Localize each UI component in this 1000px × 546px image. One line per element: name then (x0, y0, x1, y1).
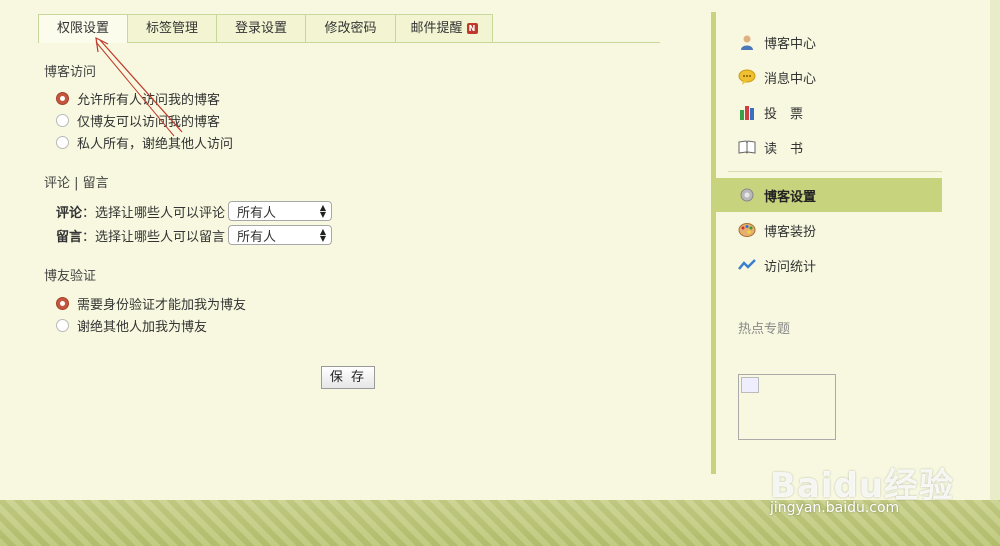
watermark-site: jingyan.baidu.com (770, 500, 900, 516)
message-permission-select[interactable]: 所有人 ▲ ▼ (228, 225, 333, 245)
sidebar-divider (728, 171, 942, 172)
tab-label: 标签管理 (145, 21, 198, 36)
radio-allow-all[interactable]: 允许所有人访问我的博客 (56, 89, 221, 108)
radio-label: 私人所有，谢绝其他人访问 (77, 136, 234, 152)
sidebar-item-label: 消息中心 (764, 71, 817, 87)
page-edge (990, 0, 1000, 500)
sidebar-item-label: 读 书 (764, 141, 804, 157)
radio-button[interactable] (56, 113, 69, 127)
tab-login[interactable]: 登录设置 (216, 14, 306, 42)
save-button[interactable]: 保 存 (321, 366, 375, 389)
sidebar: 博客中心 消息中心 投 票 读 书 博客设置 博客装扮 访问统计 热点专题 (716, 12, 942, 474)
comment-desc: ：选择让哪些人可以评论 (82, 205, 226, 221)
book-icon (738, 138, 756, 156)
radio-label: 仅博友可以访问我的博客 (77, 114, 221, 130)
sidebar-item-blog-decor[interactable]: 博客装扮 (716, 213, 942, 247)
tab-label: 权限设置 (56, 21, 109, 36)
tab-label: 登录设置 (234, 21, 287, 36)
radio-refuse-friends[interactable]: 谢绝其他人加我为博友 (56, 316, 208, 335)
message-desc: ：选择让哪些人可以留言 (82, 229, 226, 245)
sidebar-item-label: 投 票 (764, 106, 804, 122)
sidebar-item-visit-stats[interactable]: 访问统计 (716, 248, 942, 282)
radio-require-verify[interactable]: 需要身份验证才能加我为博友 (56, 294, 247, 313)
sidebar-item-blog-center[interactable]: 博客中心 (716, 25, 942, 59)
new-badge: N (466, 23, 478, 34)
select-value: 所有人 (237, 205, 277, 221)
comment-permission-select[interactable]: 所有人 ▲ ▼ (228, 201, 333, 221)
sidebar-item-messages[interactable]: 消息中心 (716, 60, 942, 94)
radio-private[interactable]: 私人所有，谢绝其他人访问 (56, 133, 234, 152)
radio-button[interactable] (56, 296, 69, 310)
message-permission-row: 留言 ：选择让哪些人可以留言 所有人 ▲ ▼ (56, 225, 333, 245)
blog-access-title: 博客访问 (44, 65, 97, 80)
tab-password[interactable]: 修改密码 (305, 14, 396, 42)
tab-label: 邮件提醒 (410, 21, 463, 36)
message-key: 留言 (56, 229, 83, 245)
radio-button[interactable] (56, 91, 69, 105)
radio-friends-only[interactable]: 仅博友可以访问我的博客 (56, 111, 221, 130)
comment-key: 评论 (56, 205, 83, 221)
radio-label: 需要身份验证才能加我为博友 (77, 297, 247, 313)
tab-permissions[interactable]: 权限设置 (38, 14, 128, 43)
sidebar-item-label: 访问统计 (764, 259, 817, 275)
radio-label: 允许所有人访问我的博客 (77, 92, 221, 108)
tab-tags[interactable]: 标签管理 (127, 14, 217, 42)
tab-mail-reminder[interactable]: 邮件提醒 N (395, 14, 493, 42)
settings-panel: 权限设置 标签管理 登录设置 修改密码 邮件提醒 N 博客访问 允许所有人访问我的… (0, 0, 712, 500)
sidebar-item-books[interactable]: 读 书 (716, 130, 942, 164)
hot-topic-image[interactable] (738, 374, 836, 440)
select-value: 所有人 (237, 229, 277, 245)
bar-chart-icon (738, 103, 756, 121)
radio-label: 谢绝其他人加我为博友 (77, 319, 208, 335)
select-arrows-icon: ▲ ▼ (319, 227, 327, 243)
friend-verify-title: 博友验证 (44, 269, 97, 284)
comments-title: 评论 | 留言 (44, 176, 109, 191)
broken-image-icon (741, 377, 759, 393)
sidebar-item-label: 博客中心 (764, 36, 817, 52)
speech-bubble-icon (738, 68, 756, 86)
trend-icon (738, 256, 756, 274)
palette-icon (738, 221, 756, 239)
hot-topics-title: 热点专题 (738, 322, 791, 337)
sidebar-item-label: 博客设置 (764, 189, 817, 205)
gear-icon (738, 186, 756, 204)
person-icon (738, 33, 756, 51)
select-arrows-icon: ▲ ▼ (319, 203, 327, 219)
radio-button[interactable] (56, 318, 69, 332)
sidebar-item-blog-settings[interactable]: 博客设置 (716, 178, 942, 212)
sidebar-item-vote[interactable]: 投 票 (716, 95, 942, 129)
tab-label: 修改密码 (324, 21, 377, 36)
settings-tabs: 权限设置 标签管理 登录设置 修改密码 邮件提醒 N (38, 14, 660, 43)
radio-button[interactable] (56, 135, 69, 149)
baidu-watermark: Baidu经验 jingyan.baidu.com (770, 458, 954, 516)
sidebar-item-label: 博客装扮 (764, 224, 817, 240)
comment-permission-row: 评论 ：选择让哪些人可以评论 所有人 ▲ ▼ (56, 201, 333, 221)
